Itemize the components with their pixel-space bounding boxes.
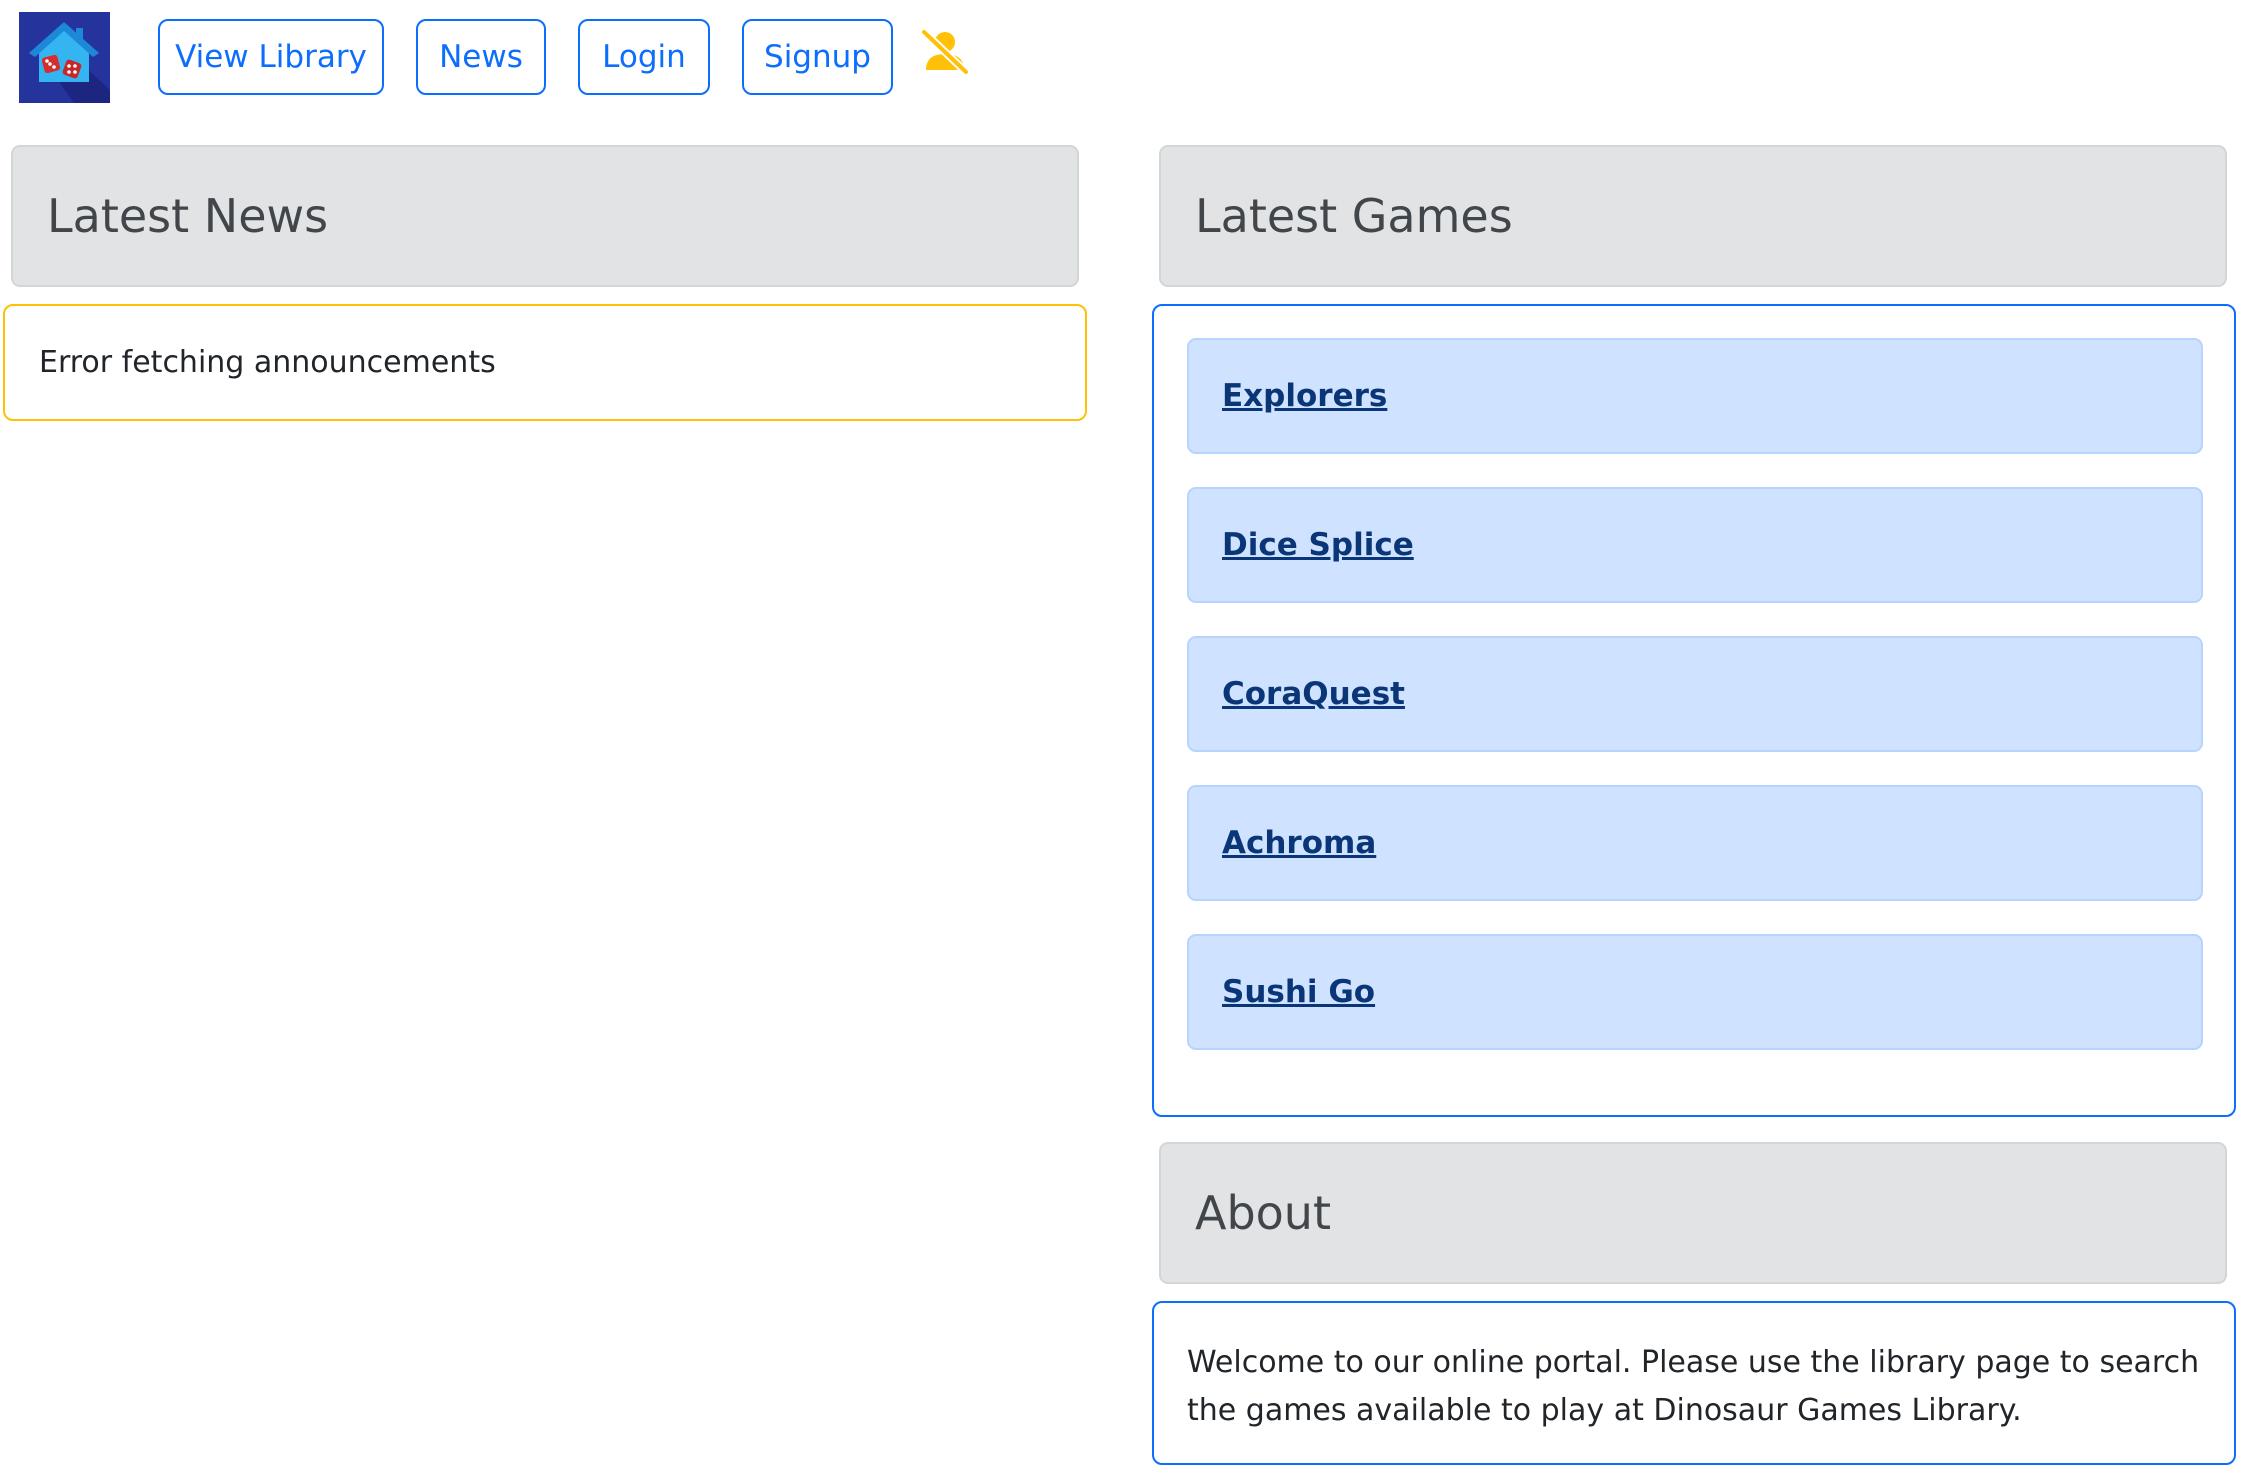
news-button[interactable]: News xyxy=(416,19,546,95)
game-link-achroma[interactable]: Achroma xyxy=(1222,825,1376,861)
latest-games-list: Explorers Dice Splice CoraQuest Achroma … xyxy=(1152,304,2236,1117)
login-button[interactable]: Login xyxy=(578,19,710,95)
about-card: Welcome to our online portal. Please use… xyxy=(1152,1301,2236,1465)
home-logo-icon[interactable] xyxy=(19,12,110,103)
signup-button[interactable]: Signup xyxy=(742,19,893,95)
user-slash-icon xyxy=(920,28,970,76)
game-link-dice-splice[interactable]: Dice Splice xyxy=(1222,527,1414,563)
latest-games-heading: Latest Games xyxy=(1159,145,2227,287)
list-item: Achroma xyxy=(1187,785,2203,901)
news-error-alert: Error fetching announcements xyxy=(3,304,1087,421)
list-item: Sushi Go xyxy=(1187,934,2203,1050)
view-library-button[interactable]: View Library xyxy=(158,19,384,95)
latest-news-heading: Latest News xyxy=(11,145,1079,287)
news-error-message: Error fetching announcements xyxy=(39,345,496,380)
game-link-coraquest[interactable]: CoraQuest xyxy=(1222,676,1405,712)
game-link-sushi-go[interactable]: Sushi Go xyxy=(1222,974,1375,1010)
game-link-explorers[interactable]: Explorers xyxy=(1222,378,1387,414)
list-item: Explorers xyxy=(1187,338,2203,454)
about-heading: About xyxy=(1159,1142,2227,1284)
list-item: CoraQuest xyxy=(1187,636,2203,752)
about-text: Welcome to our online portal. Please use… xyxy=(1187,1345,2200,1428)
home-page: View Library News Login Signup Latest Ne… xyxy=(0,0,2249,1478)
list-item: Dice Splice xyxy=(1187,487,2203,603)
